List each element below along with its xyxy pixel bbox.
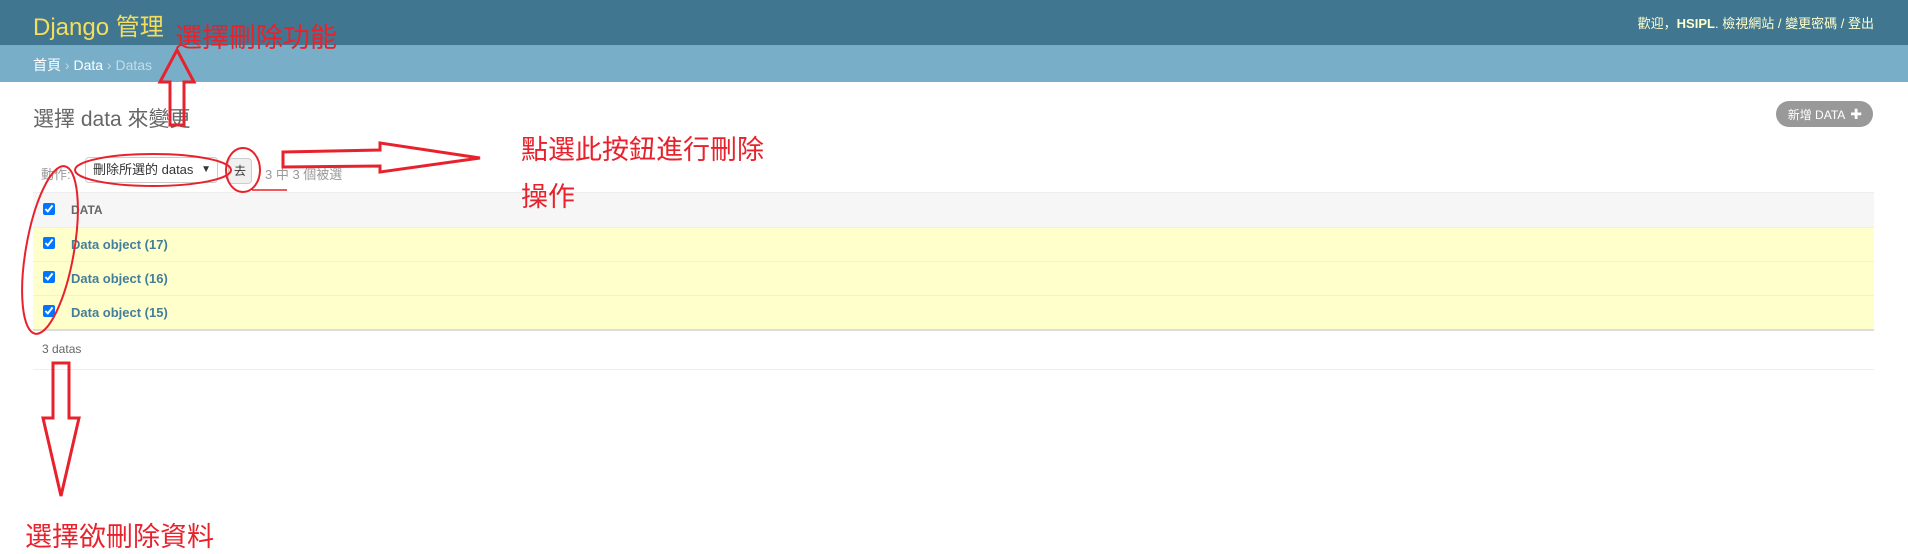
annotation-right-line1: 點選此按鈕進行刪除 (521, 135, 764, 165)
right-arrow-annotation (281, 141, 481, 174)
down-arrow-annotation (41, 361, 81, 497)
up-arrow-annotation (157, 46, 197, 127)
annotation-bottom: 選擇欲刪除資料 (25, 522, 214, 552)
annotation-overlay (21, 46, 481, 497)
annotation-right-line2: 操作 (521, 182, 575, 212)
checkbox-circle-annotation (21, 165, 79, 335)
select-circle-annotation (74, 153, 232, 187)
annotation-top: 選擇刪除功能 (175, 23, 337, 53)
